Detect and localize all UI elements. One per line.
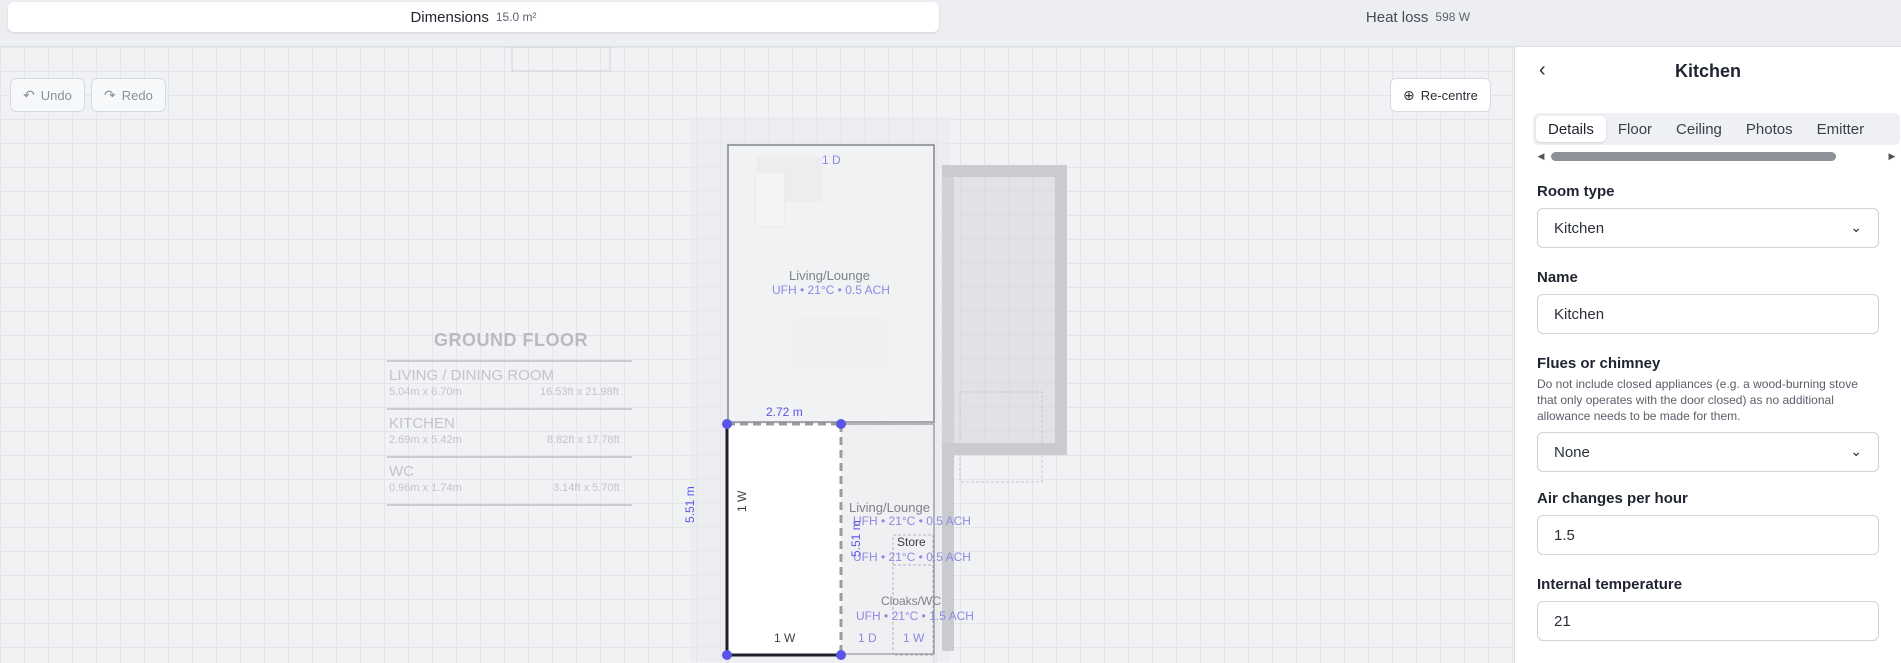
ach-value: 1.5 (1554, 526, 1575, 544)
legend-room-metric: 5.04m x 6.70m (389, 386, 462, 398)
tab-heat-loss[interactable]: Heat loss 598 W (943, 2, 1893, 32)
legend-room-metric: 2.69m x 5.42m (389, 434, 462, 446)
scrollbar-thumb[interactable] (1551, 151, 1836, 161)
summary-bar: Dimensions 15.0 m² Heat loss 598 W (0, 0, 1901, 47)
name-input[interactable]: Kitchen (1537, 294, 1879, 334)
ach-field: Air changes per hour 1.5 (1537, 490, 1879, 555)
legend-room-imperial: 8.82ft x 17.78ft (547, 434, 620, 446)
room-type-label: Room type (1537, 183, 1615, 200)
temperature-value: 21 (1554, 612, 1571, 630)
scroll-right-icon[interactable]: ▶ (1886, 151, 1898, 162)
recentre-button[interactable]: ⊕ Re-centre (1390, 78, 1491, 112)
tab-details[interactable]: Details (1536, 116, 1606, 142)
height-dimension-label: 5.51 m (683, 486, 697, 523)
room-type-value: Kitchen (1554, 219, 1605, 237)
panel-header: ‹ Kitchen (1515, 47, 1901, 95)
legend-room-name: KITCHEN (389, 415, 455, 432)
heat-loss-label: Heat loss (1365, 8, 1429, 26)
dimensions-value: 15.0 m² (495, 10, 537, 24)
name-value: Kitchen (1554, 305, 1605, 323)
room-name-label: Living/Lounge (789, 268, 870, 283)
legend-room-name: WC (389, 463, 414, 480)
ach-input[interactable]: 1.5 (1537, 515, 1879, 555)
dimensions-label: Dimensions (410, 8, 489, 26)
undo-button[interactable]: ↶ Undo (10, 78, 85, 112)
wall-label: 1 W (903, 631, 925, 645)
underlay-wall (1055, 165, 1067, 455)
ach-label: Air changes per hour (1537, 490, 1688, 507)
temperature-field: Internal temperature 21 (1537, 576, 1879, 641)
room-kitchen-selected[interactable] (727, 424, 841, 655)
wall-label: 1 W (735, 490, 749, 512)
room-info-label: UFH • 21°C • 0.5 ACH (853, 550, 971, 564)
back-chevron-icon[interactable]: ‹ (1539, 59, 1546, 82)
vertex-handle[interactable] (836, 419, 846, 429)
tabs-scrollbar[interactable]: ◀ ▶ (1535, 149, 1898, 163)
temperature-label: Internal temperature (1537, 576, 1683, 593)
redo-button[interactable]: ↷ Redo (91, 78, 166, 112)
width-dimension-label: 2.72 m (766, 405, 803, 419)
tab-floor[interactable]: Floor (1606, 116, 1664, 142)
underlay-room (942, 177, 1055, 443)
wall-label: 1 W (774, 631, 796, 645)
scroll-left-icon[interactable]: ◀ (1535, 151, 1547, 162)
tab-emitter[interactable]: Emitter (1805, 116, 1877, 142)
legend-room-metric: 0.96m x 1.74m (389, 482, 462, 494)
tab-dimensions[interactable]: Dimensions 15.0 m² (8, 2, 939, 32)
chevron-down-icon: ⌄ (1850, 443, 1862, 459)
heat-loss-value: 598 W (1435, 10, 1471, 24)
legend-room-imperial: 3.14ft x 5.70ft (553, 482, 620, 494)
temperature-input[interactable]: 21 (1537, 601, 1879, 641)
door-label: 1 D (858, 631, 877, 645)
flues-label: Flues or chimney (1537, 355, 1661, 372)
flues-select[interactable]: None ⌄ (1537, 432, 1879, 472)
redo-label: Redo (121, 87, 153, 103)
room-name-label: Living/Lounge (849, 500, 930, 515)
vertex-handle[interactable] (722, 650, 732, 660)
room-type-field: Room type Kitchen ⌄ (1537, 183, 1879, 248)
legend-room-name: LIVING / DINING ROOM (389, 367, 555, 384)
underlay-element (511, 47, 611, 72)
room-info-label: UFH • 21°C • 0.5 ACH (853, 514, 971, 528)
chevron-down-icon: ⌄ (1850, 219, 1862, 235)
door-label: 1 D (822, 153, 841, 167)
floorplan-title: GROUND FLOOR (434, 330, 588, 350)
vertex-handle[interactable] (836, 650, 846, 660)
underlay-wall (942, 443, 1067, 455)
room-details-panel: ‹ Kitchen Details Floor Ceiling Photos E… (1514, 47, 1901, 663)
name-label: Name (1537, 269, 1578, 286)
undo-icon: ↶ (23, 86, 35, 103)
room-info-label: UFH • 21°C • 1.5 ACH (856, 609, 974, 623)
legend-room-imperial: 16.53ft x 21.98ft (540, 386, 619, 398)
underlay-wall (942, 165, 1067, 177)
crosshair-icon: ⊕ (1403, 86, 1415, 103)
room-name-label: Cloaks/WC (881, 594, 942, 608)
scrollbar-track[interactable] (1547, 151, 1886, 161)
vertex-handle[interactable] (722, 419, 732, 429)
recentre-label: Re-centre (1420, 87, 1478, 103)
room-name-label: Store (897, 535, 926, 549)
flues-help-text: Do not include closed appliances (e.g. a… (1537, 377, 1858, 423)
flues-value: None (1554, 443, 1590, 461)
floorplan-canvas[interactable]: ↶ Undo ↷ Redo ⊕ Re-centre GROUND FLOOR L… (0, 47, 1514, 663)
room-info-label: UFH • 21°C • 0.5 ACH (772, 283, 890, 297)
name-field: Name Kitchen (1537, 269, 1879, 334)
redo-icon: ↷ (104, 86, 116, 103)
flues-field: Flues or chimney Do not include closed a… (1537, 355, 1879, 472)
tab-ceiling[interactable]: Ceiling (1664, 116, 1734, 142)
tab-photos[interactable]: Photos (1734, 116, 1805, 142)
undo-label: Undo (40, 87, 72, 103)
panel-title: Kitchen (1674, 60, 1741, 81)
floorplan-drawing (387, 47, 1067, 663)
panel-tabs: Details Floor Ceiling Photos Emitter (1533, 113, 1900, 145)
room-type-select[interactable]: Kitchen ⌄ (1537, 208, 1879, 248)
